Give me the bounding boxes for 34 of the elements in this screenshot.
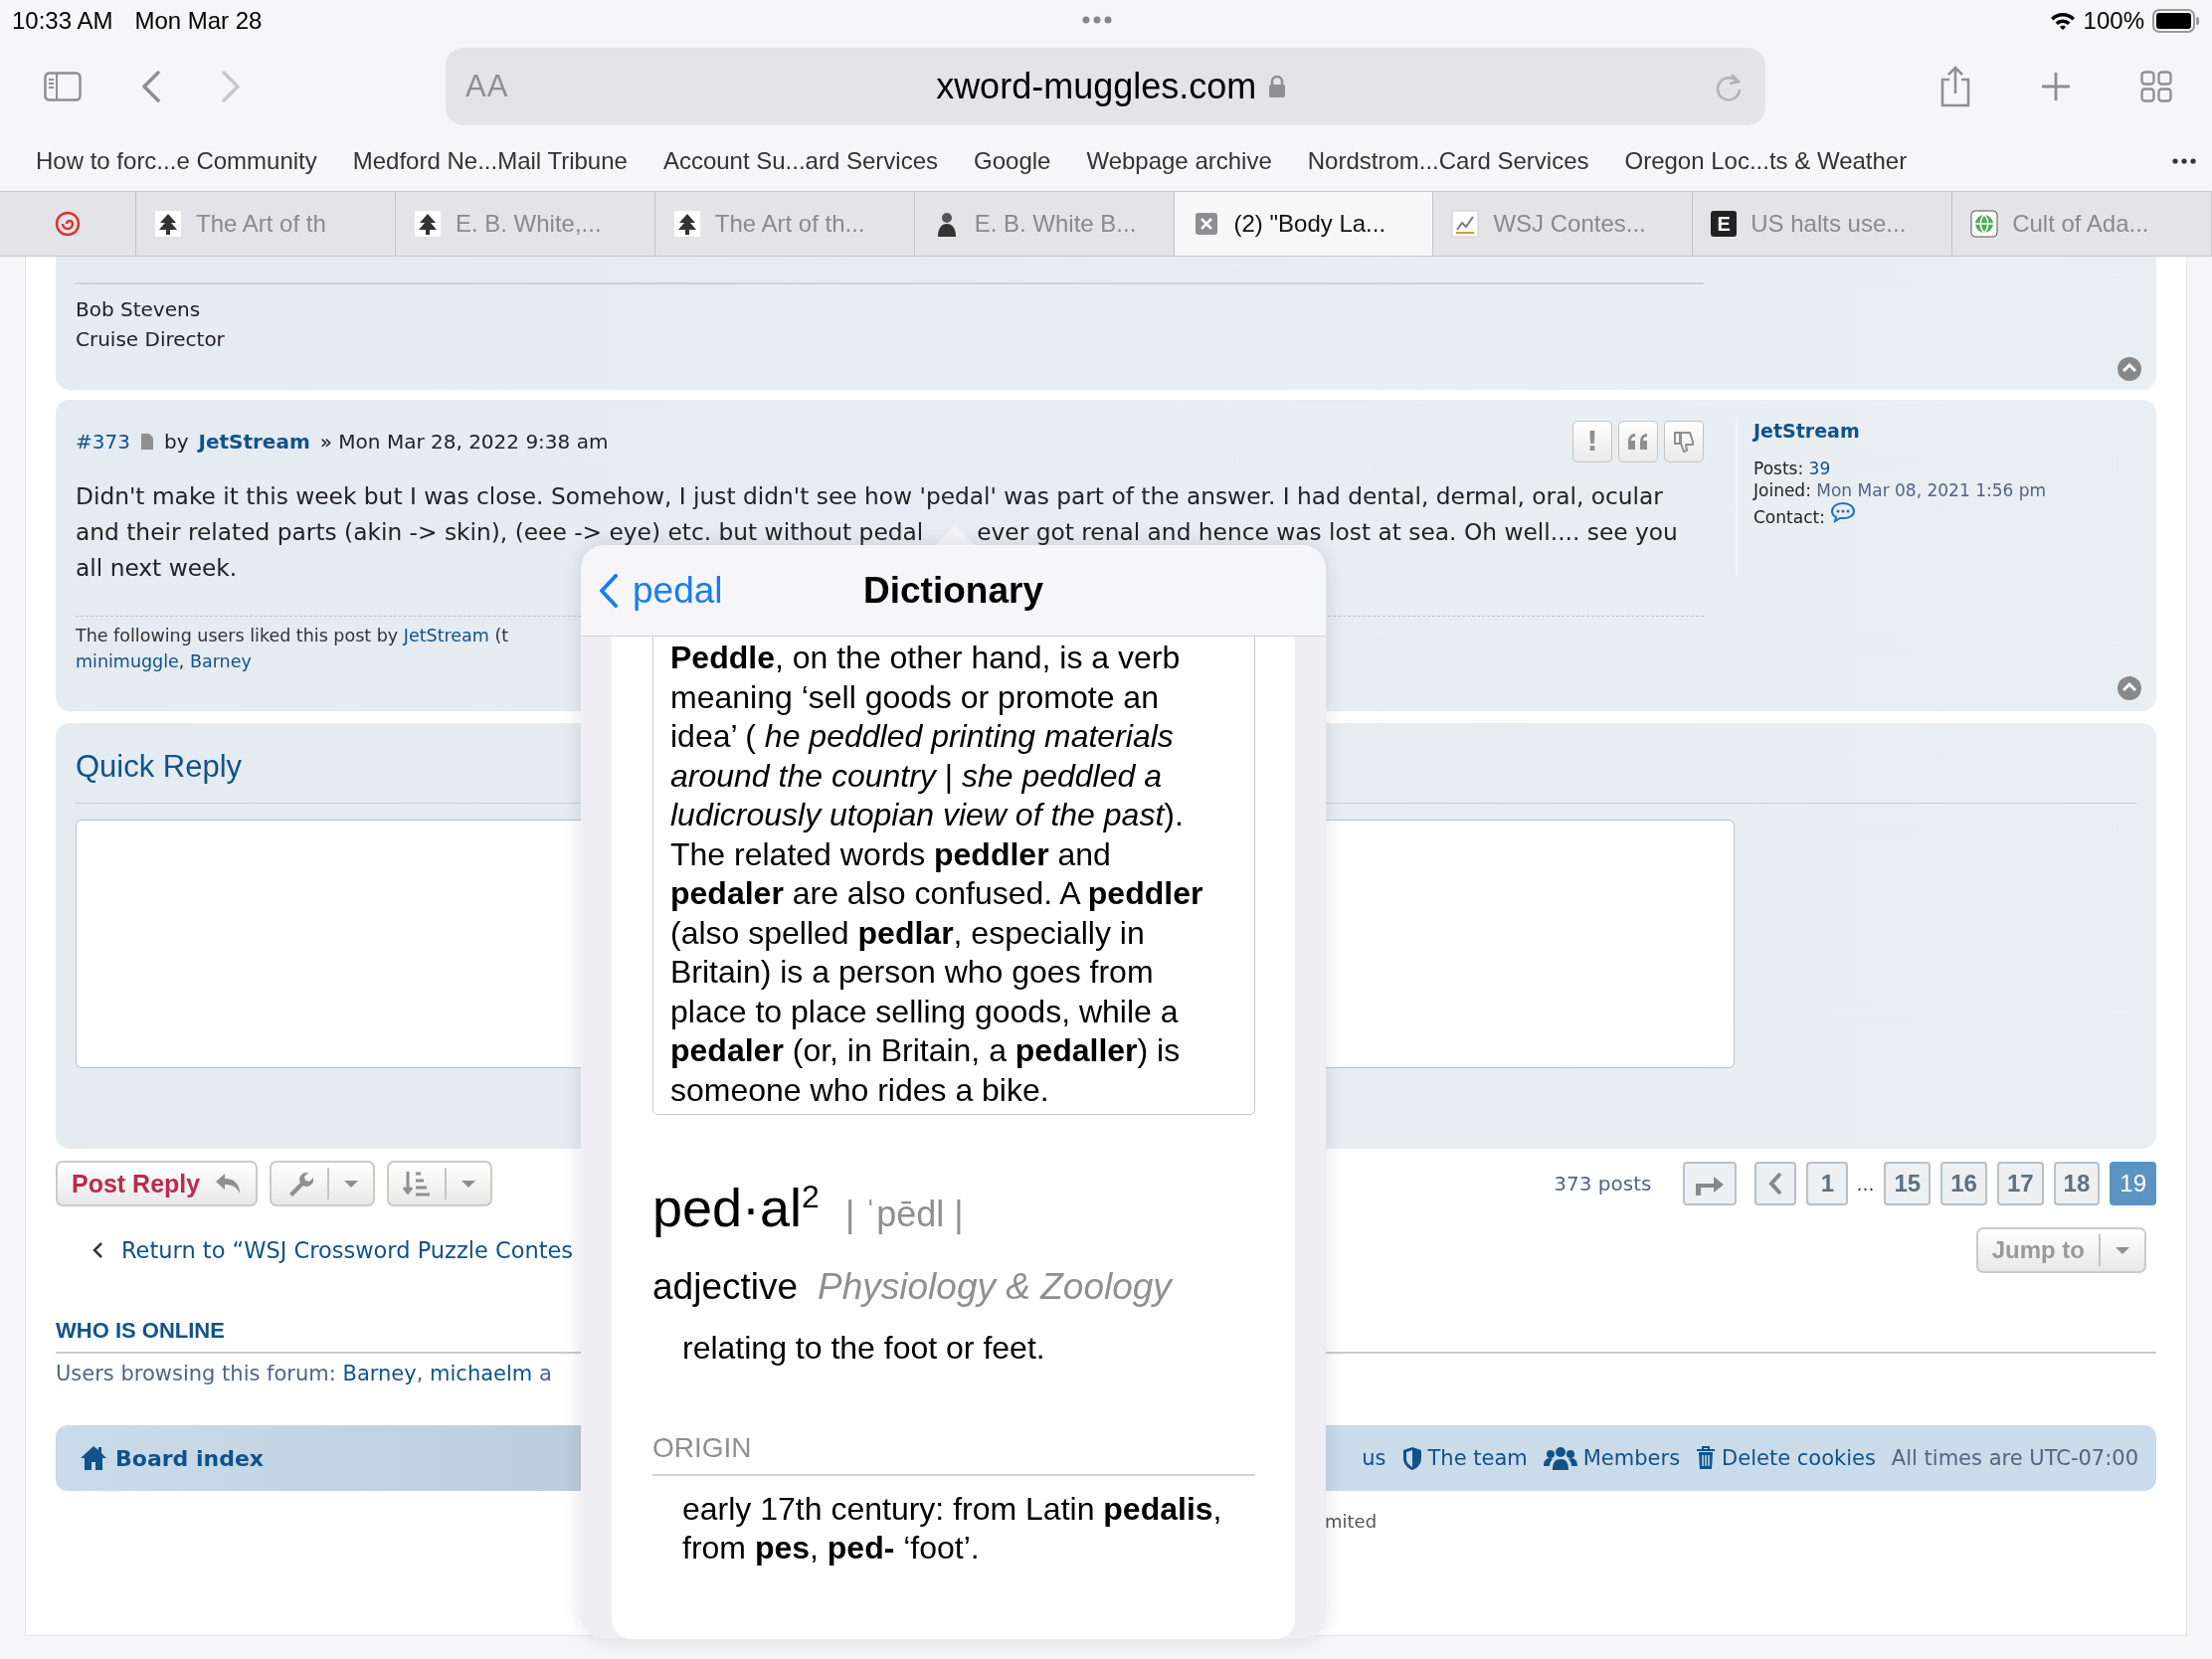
usage-note: Peddle, on the other hand, is a verb meaning ‘sell goods or promote an idea’ ( he peddled printing materials around the country | she peddled a ludicrously utopian view of the past). The related words peddler and pedaler are also confused. A peddler (also spelled pedlar, especially in Britain) is a person who goes from place to place selling goods, while a pedaler (or, in Britain, a pedaller) is someone who rides a bike. <box>652 637 1255 1115</box>
pronunciation: | ˈpēdl | <box>844 1194 964 1235</box>
popover-title: Dictionary <box>863 569 1043 611</box>
liked-users-text: minimuggle, Barney <box>76 650 252 673</box>
origin-text: early 17th century: from Latin pedalis, from pes, ped- ‘foot’. <box>682 1490 1223 1567</box>
profile-label: Joined: <box>1753 480 1811 500</box>
timezone-text: All times are UTC-07:00 <box>1891 1446 2138 1470</box>
post-text: ever got renal and hence was lost at sea. Oh well.... see you <box>977 518 1678 545</box>
post-count: 373 posts <box>1554 1172 1652 1196</box>
section-title: Quick Reply <box>76 749 243 784</box>
profile-label: Posts: <box>1753 459 1804 478</box>
origin-label: ORIGIN <box>652 1432 1255 1476</box>
post-text: all next week. <box>76 554 238 581</box>
by-text: by <box>163 430 189 454</box>
online-users-text: Users browsing this forum: Barney, michaelm a <box>56 1362 552 1385</box>
subject-label: Physiology & Zoology <box>818 1266 1172 1308</box>
section-heading: WHO IS ONLINE <box>56 1318 225 1343</box>
post-text: Didn't make it this week but I was close. Somehow, I just didn't see how 'pedal' was part of the answer. I had dental, dermal, oral, ocular <box>76 482 1663 509</box>
signature-line: Cruise Director <box>76 326 226 353</box>
copyright-text: mited <box>1325 1511 1378 1532</box>
signature-line: Bob Stevens <box>76 296 202 323</box>
site-logo: E <box>1711 211 1738 237</box>
profile-value: Mon Mar 08, 2021 1:56 pm <box>1816 480 2047 500</box>
ellipsis-text: … <box>1856 1173 1875 1195</box>
definition-text: relating to the foot or feet. <box>682 1330 1046 1367</box>
part-of-speech: adjective <box>652 1266 799 1308</box>
profile-label: Contact: <box>1753 507 1825 527</box>
url-text: xword-muggles.com <box>936 66 1257 107</box>
status-date: Mon Mar 28 <box>134 7 263 35</box>
status-time: 10:33 AM <box>12 7 113 35</box>
battery-percent: 100% <box>2083 7 2144 35</box>
post-date: » Mon Mar 28, 2022 9:38 am <box>319 430 609 454</box>
headword: ped·al$^{2}$ <box>652 1177 820 1238</box>
post-text: and their related parts (akin -> skin), (eee -> eye) etc. but without pedal <box>76 518 924 545</box>
